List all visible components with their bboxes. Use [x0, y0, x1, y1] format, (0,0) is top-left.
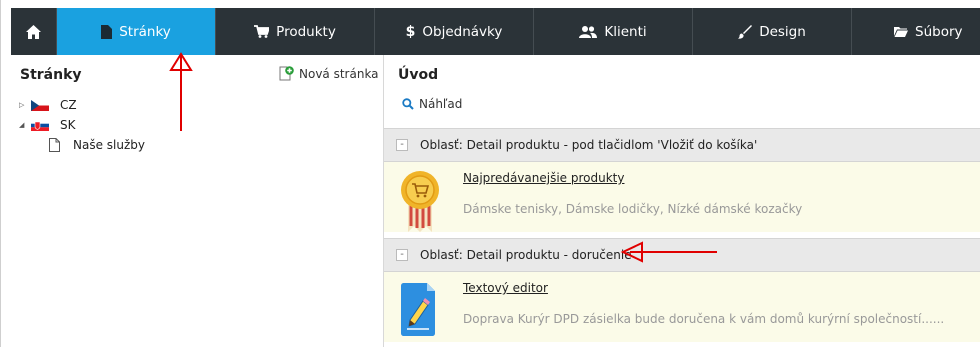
nav-tab-design[interactable]: Design	[693, 8, 852, 55]
nav-tab-label: Stránky	[119, 23, 171, 40]
tree-item-cz[interactable]: ▷ CZ	[19, 95, 145, 115]
nav-tab-label: Objednávky	[422, 23, 503, 40]
nav-tab-klienti[interactable]: Klienti	[534, 8, 693, 55]
nav-tab-stranky[interactable]: Stránky	[57, 8, 216, 55]
area-module: Najpredávanejšie produkty Dámske tenisky…	[384, 162, 980, 232]
nav-tab-label: Súbory	[915, 23, 963, 40]
pages-panel: Stránky Nová stránka ▷ CZ ◢ SK Naše služ…	[11, 55, 383, 347]
preview-link[interactable]: Náhľad	[402, 97, 462, 111]
nav-tab-label: Design	[759, 23, 806, 40]
module-title-link[interactable]: Textový editor	[463, 281, 548, 295]
tree-item-label: SK	[60, 118, 76, 132]
preview-label: Náhľad	[419, 97, 463, 111]
page-tree: ▷ CZ ◢ SK Naše služby	[19, 95, 145, 155]
nav-tab-label: Klienti	[604, 23, 647, 40]
dollar-icon: $	[405, 23, 416, 40]
page: Stránky Produkty $ Objednávky Klienti De…	[0, 0, 980, 347]
nav-tab-subory[interactable]: Súbory	[852, 8, 980, 55]
tree-item-label: CZ	[60, 98, 77, 112]
cart-icon	[254, 25, 270, 38]
top-navigation: Stránky Produkty $ Objednávky Klienti De…	[11, 8, 980, 55]
brush-icon	[738, 24, 753, 39]
panel-title: Stránky	[20, 67, 82, 83]
text-editor-icon	[401, 283, 435, 336]
folder-icon	[894, 27, 908, 37]
home-button[interactable]	[11, 8, 57, 55]
home-icon	[26, 24, 41, 39]
nav-tab-objednavky[interactable]: $ Objednávky	[375, 8, 534, 55]
new-page-label: Nová stránka	[299, 66, 379, 81]
page-title: Úvod	[398, 67, 439, 83]
collapse-arrow-icon[interactable]: ◢	[19, 121, 29, 129]
slovak-flag-icon	[31, 119, 49, 131]
annotation-arrow-up	[169, 52, 193, 131]
collapse-button[interactable]: -	[396, 249, 408, 261]
add-page-icon	[279, 66, 294, 81]
module-title-link[interactable]: Najpredávanejšie produkty	[463, 171, 624, 185]
tree-item-sk[interactable]: ◢ SK	[19, 115, 145, 135]
czech-flag-icon	[31, 99, 49, 111]
area-header-label: Oblasť: Detail produktu - pod tlačidlom …	[420, 138, 758, 152]
annotation-arrow-left	[620, 241, 717, 263]
award-badge-icon	[401, 171, 439, 232]
page-icon	[101, 24, 113, 39]
new-page-button[interactable]: Nová stránka	[279, 66, 379, 81]
page-content-panel: Úvod Náhľad - Oblasť: Detail produktu - …	[383, 55, 980, 347]
module-description: Doprava Kurýr DPD zásielka bude doručena…	[463, 312, 945, 326]
nav-tab-produkty[interactable]: Produkty	[216, 8, 375, 55]
collapse-button[interactable]: -	[396, 139, 408, 151]
page-icon	[49, 138, 60, 152]
area-header-label: Oblasť: Detail produktu - doručenie	[420, 248, 632, 262]
area-header[interactable]: - Oblasť: Detail produktu - pod tlačidlo…	[384, 128, 980, 162]
module-description: Dámske tenisky, Dámske lodičky, Nízké dá…	[463, 202, 803, 216]
tree-item-nase-sluzby[interactable]: Naše služby	[19, 135, 145, 155]
search-icon	[402, 98, 414, 110]
expand-arrow-icon[interactable]: ▷	[19, 101, 29, 109]
tree-item-label: Naše služby	[73, 138, 145, 152]
nav-tab-label: Produkty	[276, 23, 336, 40]
area-module: Textový editor Doprava Kurýr DPD zásielk…	[384, 272, 980, 342]
users-icon	[579, 25, 598, 38]
